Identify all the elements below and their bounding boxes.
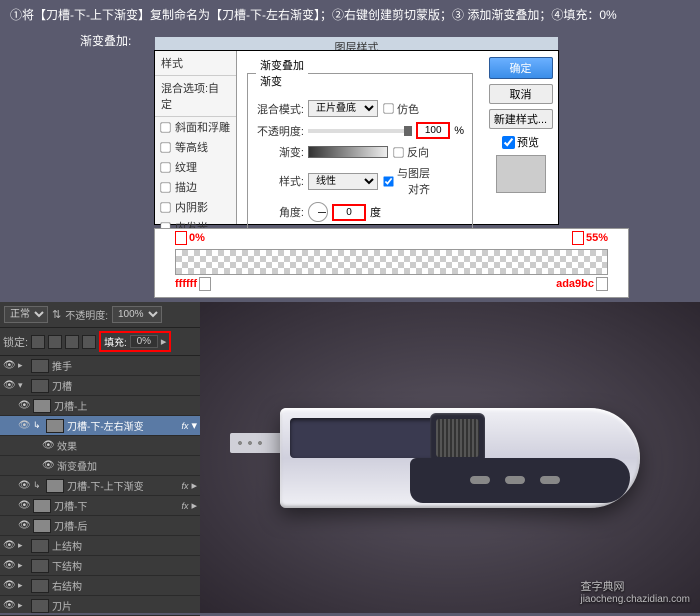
lock-all-icon[interactable]	[82, 335, 96, 349]
texture-checkbox[interactable]: 纹理	[155, 157, 236, 177]
layer-row[interactable]: 👁刀槽-后	[0, 516, 200, 536]
blend-mode-label: 混合模式:	[256, 101, 304, 117]
visibility-icon: 👁	[42, 460, 54, 472]
angle-label: 角度:	[256, 204, 304, 220]
chevron-right-icon: ▸	[191, 479, 197, 492]
style-select[interactable]: 线性	[308, 173, 378, 190]
layer-row[interactable]: 👁▾刀槽	[0, 376, 200, 396]
visibility-icon: 👁	[18, 420, 30, 432]
layer-row[interactable]: 👁▸下结构	[0, 556, 200, 576]
lock-transparency-icon[interactable]	[31, 335, 45, 349]
dither-checkbox[interactable]: 仿色	[382, 101, 430, 117]
layer-row[interactable]: 👁刀槽-下fx▸	[0, 496, 200, 516]
align-checkbox[interactable]: 与图层对齐	[382, 165, 430, 197]
gradient-preview[interactable]	[308, 146, 388, 158]
visibility-icon: 👁	[3, 560, 15, 572]
gradient-strip[interactable]	[175, 249, 608, 275]
layer-row[interactable]: 👁刀槽-上	[0, 396, 200, 416]
visibility-icon: 👁	[3, 540, 15, 552]
gradient-legend: 渐变叠加渐变	[256, 57, 308, 89]
style-label: 样式:	[256, 173, 304, 189]
preview-checkbox[interactable]: 预览	[502, 134, 539, 150]
opacity-label: 不透明度:	[256, 123, 304, 139]
layer-row[interactable]: 👁▸上结构	[0, 536, 200, 556]
stop-left-hex: ffffff	[175, 277, 211, 291]
gradient-label: 渐变:	[256, 144, 304, 160]
ok-button[interactable]: 确定	[489, 57, 553, 79]
bevel-checkbox[interactable]: 斜面和浮雕	[155, 117, 236, 137]
lock-label: 锁定:	[3, 334, 28, 350]
visibility-icon: 👁	[18, 400, 30, 412]
gradient-editor: 0% 55% ffffff ada9bc	[154, 228, 629, 298]
fill-input[interactable]	[130, 335, 158, 348]
visibility-icon: 👁	[3, 360, 15, 372]
visibility-icon: 👁	[42, 440, 54, 452]
visibility-icon: 👁	[3, 580, 15, 592]
layer-row[interactable]: 👁▸刀片	[0, 596, 200, 616]
dialog-buttons: 确定 取消 新建样式... 预览	[483, 51, 558, 224]
knife-grip	[410, 458, 630, 503]
blend-mode-select[interactable]: 正片叠底	[308, 100, 378, 117]
stop-right-hex: ada9bc	[556, 277, 608, 291]
pct-label: %	[454, 125, 464, 137]
blend-options[interactable]: 混合选项:自定	[155, 76, 236, 117]
layer-row[interactable]: 👁▸推手	[0, 356, 200, 376]
visibility-icon: 👁	[18, 480, 30, 492]
stop-right-pct: 55%	[572, 231, 608, 245]
knife-slider	[430, 413, 485, 463]
style-list: 样式 混合选项:自定 斜面和浮雕 等高线 纹理 描边 内阴影 内发光 光泽 颜色…	[155, 51, 237, 224]
gradient-overlay-label: 渐变叠加:	[80, 32, 131, 49]
stop-left-pct: 0%	[175, 231, 205, 245]
layer-row[interactable]: 👁▸右结构	[0, 576, 200, 596]
chevron-down-icon[interactable]: ⇅	[52, 308, 61, 321]
reverse-checkbox[interactable]: 反向	[392, 144, 440, 160]
angle-input[interactable]	[332, 204, 366, 221]
fill-label: 填充:	[104, 334, 127, 349]
angle-dial[interactable]	[308, 202, 328, 222]
opacity-input[interactable]	[416, 122, 450, 139]
layer-row[interactable]: 👁↳刀槽-下-左右渐变fx▾	[0, 416, 200, 436]
gradient-settings: 渐变叠加渐变 混合模式: 正片叠底 仿色 不透明度: % 渐变: 反向 样式: …	[237, 51, 483, 224]
preview-thumbnail	[496, 155, 546, 193]
panel-opacity-label: 不透明度:	[65, 307, 108, 322]
visibility-icon: 👁	[3, 380, 15, 392]
knife-artwork	[230, 398, 670, 518]
stroke-checkbox[interactable]: 描边	[155, 177, 236, 197]
contour-checkbox[interactable]: 等高线	[155, 137, 236, 157]
layers-panel: 正常 ⇅ 不透明度: 100% 锁定: 填充: ▸ 👁▸推手 👁▾刀槽 👁刀槽-…	[0, 302, 200, 613]
instructions-text: ①将【刀槽-下-上下渐变】复制命名为【刀槽-下-左右渐变】；②右键创建剪切蒙版；…	[0, 0, 700, 31]
visibility-icon: 👁	[18, 500, 30, 512]
watermark: 查字典网 jiaocheng.chazidian.com	[580, 578, 690, 605]
chevron-down-icon[interactable]: ▸	[161, 335, 167, 348]
inner-shadow-checkbox[interactable]: 内阴影	[155, 197, 236, 217]
lock-move-icon[interactable]	[65, 335, 79, 349]
visibility-icon: 👁	[18, 520, 30, 532]
degree-label: 度	[370, 204, 381, 220]
chevron-down-icon: ▾	[191, 419, 197, 432]
cancel-button[interactable]: 取消	[489, 84, 553, 104]
canvas: 查字典网 jiaocheng.chazidian.com	[200, 302, 700, 613]
layer-effects-row[interactable]: 👁效果	[0, 436, 200, 456]
layer-row[interactable]: 👁↳刀槽-下-上下渐变fx▸	[0, 476, 200, 496]
new-style-button[interactable]: 新建样式...	[489, 109, 553, 129]
blend-mode-dropdown[interactable]: 正常	[4, 306, 48, 323]
lock-brush-icon[interactable]	[48, 335, 62, 349]
layer-style-dialog: 样式 混合选项:自定 斜面和浮雕 等高线 纹理 描边 内阴影 内发光 光泽 颜色…	[154, 50, 559, 225]
styles-header: 样式	[155, 51, 236, 76]
visibility-icon: 👁	[3, 600, 15, 612]
panel-opacity-select[interactable]: 100%	[112, 306, 162, 323]
fill-box: 填充: ▸	[99, 331, 171, 352]
layer-gradient-row[interactable]: 👁渐变叠加	[0, 456, 200, 476]
